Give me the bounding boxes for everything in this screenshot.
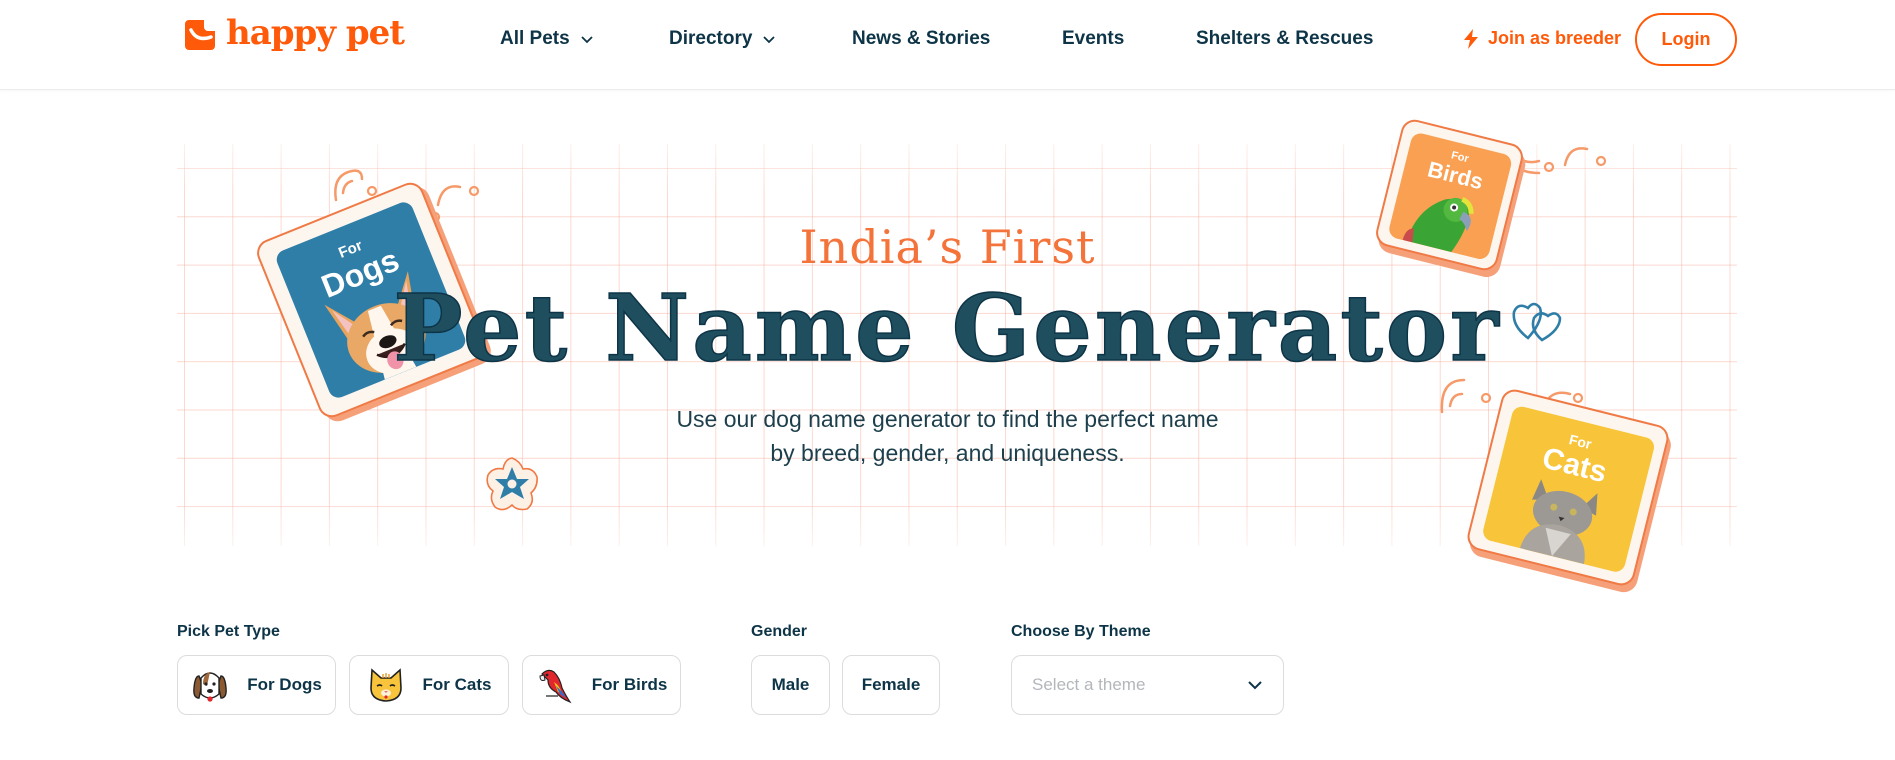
theme-label: Choose By Theme [1011,623,1151,640]
hero-subtitle-line: Use our dog name generator to find the p… [676,406,1219,432]
option-label: For Cats [422,675,492,694]
nav-label: All Pets [500,28,570,49]
join-label: Join as breeder [1488,28,1622,48]
hero-eyebrow: India’s First [799,220,1096,274]
gender-male-button[interactable]: Male [751,655,830,715]
nav-shelters-rescues[interactable]: Shelters & Rescues [1196,28,1373,50]
logo-link[interactable]: happy pet [183,13,405,53]
site-header: happy pet All Pets Directory News & Stor… [0,0,1895,90]
pet-type-dogs-button[interactable]: For Dogs [177,655,336,715]
nav-label: Directory [669,28,753,49]
nav-events[interactable]: Events [1062,28,1124,50]
dog-face-icon [193,672,228,702]
chevron-down-icon [1248,681,1262,690]
logo-text: happy pet [226,13,405,53]
hero-subtitle: Use our dog name generator to find the p… [0,402,1895,470]
parrot-icon [539,669,572,704]
login-button[interactable]: Login [1635,13,1737,66]
nav-label: Events [1062,28,1125,49]
option-label: For Birds [591,675,668,694]
theme-select[interactable]: Select a theme [1011,655,1284,715]
chevron-down-icon [763,36,776,44]
hero-title: Pet Name Generator [393,274,1502,382]
option-label: For Dogs [247,675,322,694]
logo-smile-icon [183,18,217,52]
hero-subtitle-line: by breed, gender, and uniqueness. [770,440,1125,466]
gender-label: Gender [751,623,808,640]
nav-label: Shelters & Rescues [1196,28,1374,49]
join-as-breeder-link[interactable]: Join as breeder [1463,28,1621,49]
nav-news-stories[interactable]: News & Stories [852,28,990,50]
pet-type-label: Pick Pet Type [177,623,280,640]
nav-all-pets[interactable]: All Pets [500,28,594,50]
theme-select-placeholder: Select a theme [1032,675,1146,694]
cat-face-icon [369,668,402,702]
pet-type-cats-button[interactable]: For Cats [349,655,509,715]
nav-label: News & Stories [852,28,991,49]
lightning-icon [1464,28,1478,49]
gender-female-button[interactable]: Female [842,655,940,715]
pet-type-birds-button[interactable]: For Birds [522,655,681,715]
chevron-down-icon [581,36,593,44]
nav-directory[interactable]: Directory [669,28,776,50]
